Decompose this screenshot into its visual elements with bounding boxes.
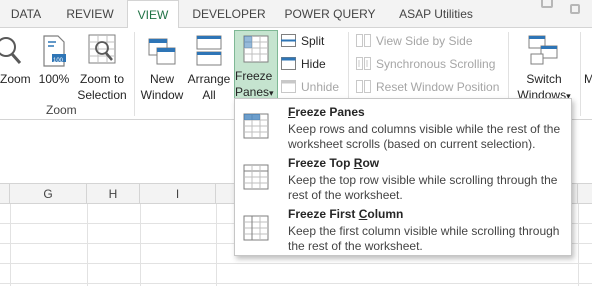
freeze-panes-icon xyxy=(243,113,269,139)
split-label: Split xyxy=(301,34,325,48)
view-side-by-side-label: View Side by Side xyxy=(376,34,473,48)
zoom-to-selection-button[interactable]: Zoom to Selection xyxy=(76,32,128,102)
zoom-group-label: Zoom xyxy=(46,103,77,117)
reset-position-icon xyxy=(356,80,371,93)
sync-scroll-icon xyxy=(356,57,371,70)
menu-item-title: Freeze Panes xyxy=(288,105,365,119)
sync-scrolling-button: Synchronous Scrolling xyxy=(356,55,495,73)
hide-button[interactable]: Hide xyxy=(281,55,326,73)
column-header-h[interactable]: H xyxy=(87,184,140,204)
menu-item-description: Keep the top row visible while scrolling… xyxy=(288,173,558,202)
menu-item-freeze-panes[interactable]: Freeze Panes Keep rows and columns visib… xyxy=(235,103,571,155)
column-header-i[interactable]: I xyxy=(140,184,216,204)
macros-label: M xyxy=(584,72,592,86)
freeze-panes-button[interactable]: Freeze Panes▾ xyxy=(234,30,278,100)
zoom-selection-icon xyxy=(88,34,116,64)
group-separator xyxy=(580,32,581,116)
side-by-side-icon xyxy=(356,34,371,47)
ribbon-tab-bar: DATA REVIEW VIEW DEVELOPER POWER QUERY A… xyxy=(0,0,592,29)
tab-power-query[interactable]: POWER QUERY xyxy=(276,0,384,28)
switch-windows-icon xyxy=(528,35,558,65)
arrange-all-label-2: All xyxy=(202,88,216,102)
unhide-window-icon xyxy=(281,80,296,93)
switch-windows-label-1: Switch xyxy=(526,72,562,86)
macros-button-partial[interactable]: M xyxy=(584,72,592,87)
zoom-100-icon-text: 100 xyxy=(53,58,64,64)
menu-item-freeze-first-column[interactable]: Freeze First Column Keep the first colum… xyxy=(235,205,571,257)
tab-view[interactable]: VIEW xyxy=(127,0,179,29)
switch-windows-button[interactable]: Switch Windows▾ xyxy=(512,32,576,102)
new-window-label-1: New xyxy=(149,72,174,86)
reset-window-position-button: Reset Window Position xyxy=(356,78,499,96)
view-side-by-side-button: View Side by Side xyxy=(356,32,473,50)
zoom-100-button[interactable]: 100 100% xyxy=(36,32,72,100)
group-separator xyxy=(134,32,135,116)
unhide-label: Unhide xyxy=(301,80,340,94)
menu-item-title: Freeze First Column xyxy=(288,207,404,221)
magnifier-icon xyxy=(0,37,22,64)
menu-item-freeze-top-row[interactable]: Freeze Top Row Keep the top row visible … xyxy=(235,154,571,206)
unhide-button: Unhide xyxy=(281,78,339,96)
column-header-g[interactable]: G xyxy=(10,184,87,204)
sync-scrolling-label: Synchronous Scrolling xyxy=(376,57,496,71)
menu-item-title: Freeze Top Row xyxy=(288,156,380,170)
new-window-icon xyxy=(148,38,176,65)
freeze-panes-label-2: Panes▾ xyxy=(235,85,274,99)
zoom-100-label: 100% xyxy=(38,72,70,86)
tab-data[interactable]: DATA xyxy=(0,0,52,28)
new-window-button[interactable]: New Window xyxy=(140,32,184,102)
hide-label: Hide xyxy=(301,57,326,71)
tab-asap-utilities[interactable]: ASAP Utilities xyxy=(386,0,486,28)
new-window-label-2: Window xyxy=(140,88,184,102)
freeze-first-column-icon xyxy=(243,215,269,241)
arrange-all-label-1: Arrange xyxy=(187,72,231,86)
column-header[interactable] xyxy=(216,184,236,204)
tab-review[interactable]: REVIEW xyxy=(56,0,124,28)
zoom-selection-label-2: Selection xyxy=(77,88,127,102)
column-header[interactable] xyxy=(0,184,10,204)
settings-icon[interactable] xyxy=(541,0,553,8)
chevron-down-icon: ▾ xyxy=(269,88,274,98)
split-icon xyxy=(281,34,296,47)
window-icon[interactable] xyxy=(570,4,580,14)
menu-item-description: Keep rows and columns visible while the … xyxy=(288,122,561,151)
menu-item-description: Keep the first column visible while scro… xyxy=(288,224,560,253)
split-button[interactable]: Split xyxy=(281,32,324,50)
freeze-top-row-icon xyxy=(243,164,269,190)
hide-window-icon xyxy=(281,57,296,70)
zoom-label: Zoom xyxy=(0,72,31,86)
freeze-panes-label-1: Freeze xyxy=(235,69,273,83)
freeze-panes-icon xyxy=(243,35,269,63)
reset-window-position-label: Reset Window Position xyxy=(376,80,500,94)
arrange-all-icon xyxy=(196,35,222,66)
zoom-button[interactable]: Zoom xyxy=(0,32,31,100)
freeze-panes-menu: Freeze Panes Keep rows and columns visib… xyxy=(234,98,572,256)
tab-developer[interactable]: DEVELOPER xyxy=(184,0,274,28)
arrange-all-button[interactable]: Arrange All xyxy=(186,32,232,102)
zoom-selection-label-1: Zoom to xyxy=(79,72,124,86)
